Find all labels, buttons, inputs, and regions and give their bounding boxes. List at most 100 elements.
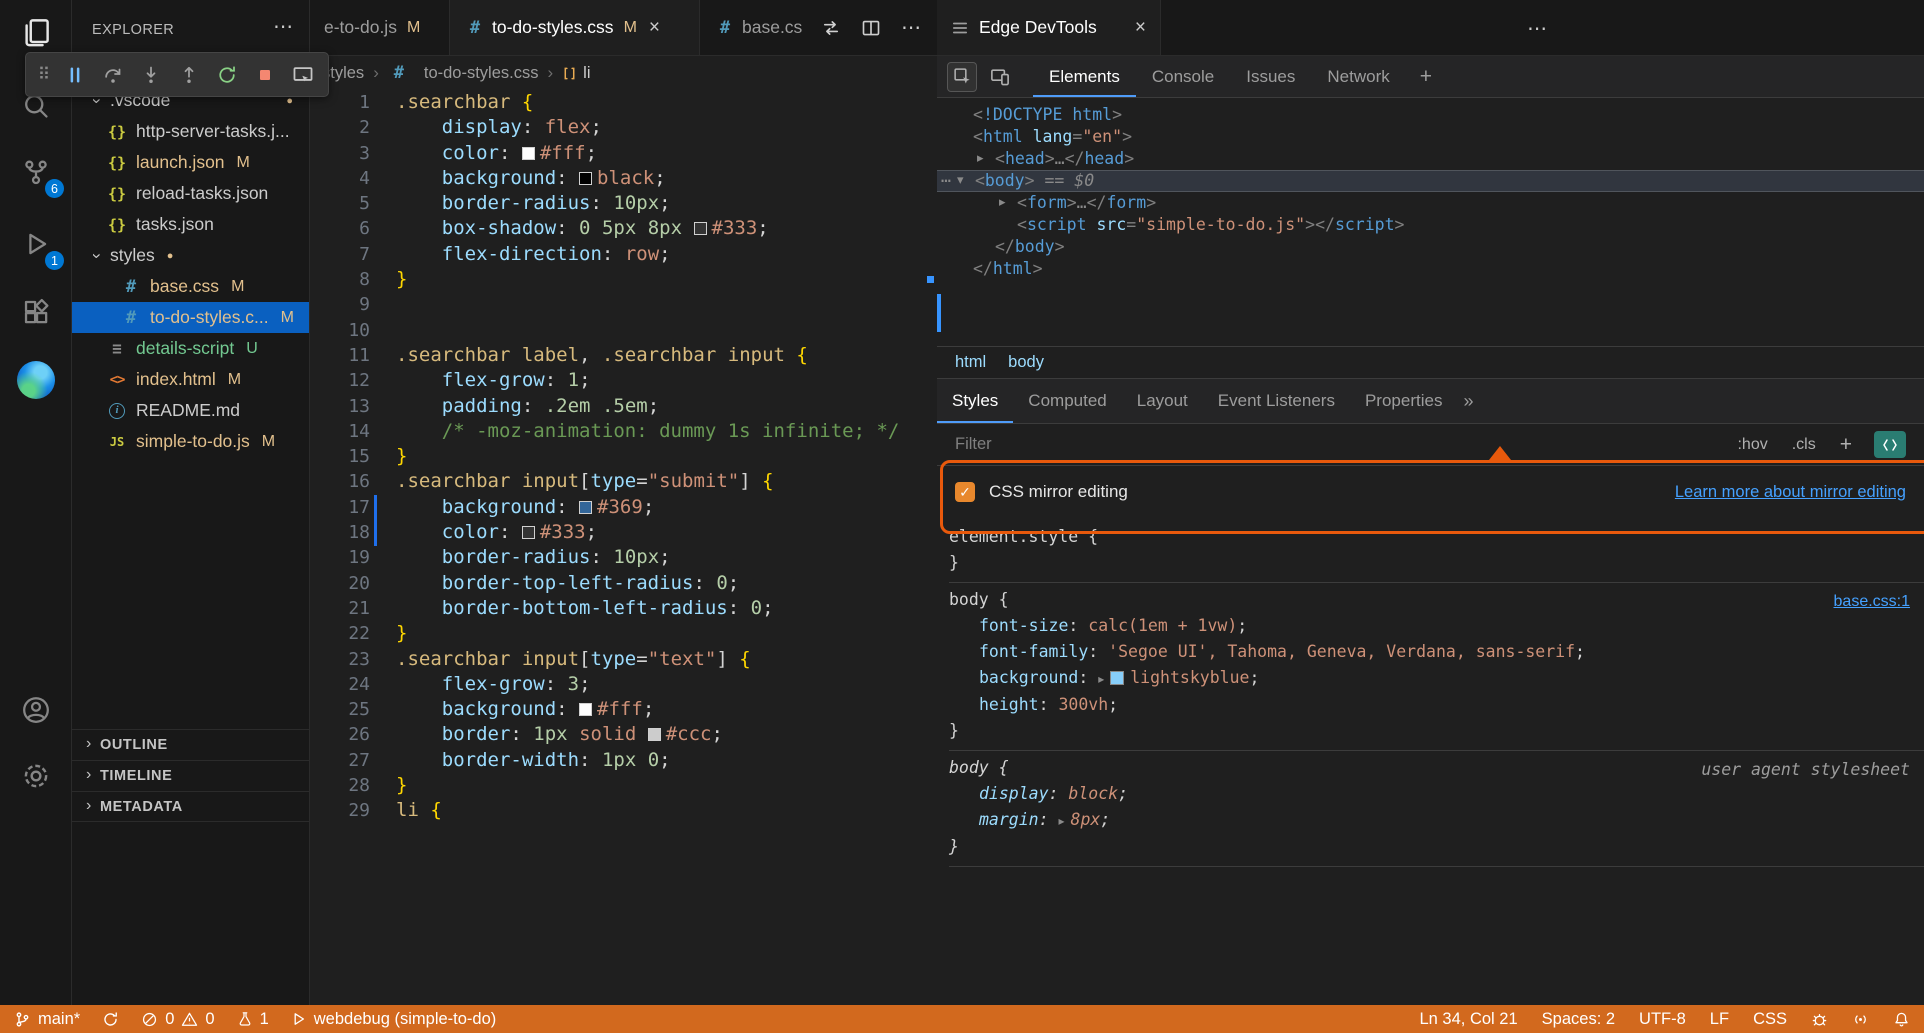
run-debug-icon[interactable]: 1 [0, 220, 72, 270]
learn-more-link[interactable]: Learn more about mirror editing [1675, 483, 1906, 502]
file-row-tasks-json[interactable]: {} tasks.json [72, 209, 309, 240]
edge-devtools-icon[interactable] [0, 356, 72, 404]
code-line-26[interactable]: 26 border: 1px solid #ccc; [310, 722, 937, 747]
code-line-5[interactable]: 5 border-radius: 10px; [310, 191, 937, 216]
color-swatch[interactable] [579, 703, 593, 717]
code-line-2[interactable]: 2 display: flex; [310, 115, 937, 140]
sidebar-more-icon[interactable]: ⋯ [273, 14, 293, 39]
css-property-font-size[interactable]: font-size: calc(1em + 1vw); [949, 613, 1924, 639]
open-changes-icon[interactable] [821, 18, 841, 38]
dom-node-3[interactable]: ⋯ ▾ < body > == $0 [937, 170, 1924, 192]
code-line-11[interactable]: 11 .searchbar label, .searchbar input { [310, 343, 937, 368]
code-line-23[interactable]: 23 .searchbar input[type="text"] { [310, 647, 937, 672]
debug-toolbar[interactable]: ⠿ [25, 52, 329, 97]
file-row-to-do-styles-c-[interactable]: # to-do-styles.c... M [72, 302, 309, 333]
file-row-README-md[interactable]: i README.md [72, 395, 309, 426]
close-icon[interactable]: × [1135, 17, 1146, 39]
twisty-closed-icon[interactable]: ▸ [977, 148, 995, 170]
screencast-button[interactable] [286, 58, 320, 92]
tab-overflow-icon[interactable]: » [1463, 391, 1473, 412]
code-line-16[interactable]: 16 .searchbar input[type="submit"] { [310, 469, 937, 494]
css-property-font-family[interactable]: font-family: 'Segoe UI', Tahoma, Geneva,… [949, 639, 1924, 665]
sidebar-section-metadata[interactable]: › METADATA [72, 791, 309, 822]
extensions-icon[interactable] [0, 288, 72, 336]
new-style-rule-icon[interactable]: + [1840, 433, 1852, 457]
code-line-9[interactable]: 9 [310, 292, 937, 317]
color-swatch[interactable] [521, 146, 535, 160]
code-line-10[interactable]: 10 [310, 318, 937, 343]
code-line-20[interactable]: 20 border-top-left-radius: 0; [310, 571, 937, 596]
twisty-open-icon[interactable]: ▾ [957, 170, 975, 192]
close-icon[interactable]: × [649, 17, 660, 39]
editor-more-icon[interactable]: ⋯ [901, 15, 921, 40]
styles-tab-event-listeners[interactable]: Event Listeners [1203, 379, 1350, 423]
file-row-reload-tasks-json[interactable]: {} reload-tasks.json [72, 178, 309, 209]
code-line-14[interactable]: 14 /* -moz-animation: dummy 1s infinite;… [310, 419, 937, 444]
css-property-display[interactable]: display: block; [949, 781, 1924, 807]
twisty-closed-icon[interactable]: ▸ [999, 192, 1017, 214]
stop-button[interactable] [248, 58, 282, 92]
code-line-4[interactable]: 4 background: black; [310, 166, 937, 191]
pause-button[interactable] [58, 58, 92, 92]
styles-tab-computed[interactable]: Computed [1013, 379, 1121, 423]
style-rule-0[interactable]: element.style {} [949, 520, 1924, 583]
code-line-6[interactable]: 6 box-shadow: 0 5px 8px #333; [310, 216, 937, 241]
add-tab-icon[interactable]: + [1406, 65, 1446, 89]
toggle-class-button[interactable]: .cls [1792, 436, 1816, 454]
eol-sequence[interactable]: LF [1710, 1010, 1729, 1029]
restart-button[interactable] [210, 58, 244, 92]
branch-indicator[interactable]: main* [14, 1010, 80, 1029]
language-mode[interactable]: CSS [1753, 1010, 1787, 1029]
code-line-28[interactable]: 28} [310, 773, 937, 798]
toggle-hover-state-button[interactable]: :hov [1737, 436, 1767, 454]
css-mirror-toggle-icon[interactable] [1874, 431, 1906, 458]
breadcrumb-file[interactable]: # to-do-styles.css [388, 63, 539, 83]
account-icon[interactable] [0, 686, 72, 734]
debug-session-indicator[interactable]: webdebug (simple-to-do) [291, 1010, 496, 1029]
tab-to-do-styles-css[interactable]: # to-do-styles.css M × [450, 0, 700, 55]
broadcast-icon[interactable] [1852, 1011, 1869, 1028]
file-row-launch-json[interactable]: {} launch.json M [72, 147, 309, 178]
code-line-3[interactable]: 3 color: #fff; [310, 141, 937, 166]
styles-tab-layout[interactable]: Layout [1122, 379, 1203, 423]
code-line-15[interactable]: 15} [310, 444, 937, 469]
code-line-8[interactable]: 8} [310, 267, 937, 292]
code-line-12[interactable]: 12 flex-grow: 1; [310, 368, 937, 393]
dom-node-4[interactable]: ▸ < form >… </form > [937, 192, 1924, 214]
code-line-29[interactable]: 29 li { [310, 798, 937, 823]
devtools-tab-elements[interactable]: Elements [1033, 56, 1136, 97]
devtools-tab-issues[interactable]: Issues [1230, 56, 1311, 97]
drag-handle-icon[interactable]: ⠿ [34, 65, 54, 85]
styles-tab-styles[interactable]: Styles [937, 379, 1013, 423]
step-out-button[interactable] [172, 58, 206, 92]
code-line-1[interactable]: 1 .searchbar { [310, 90, 937, 115]
file-row-base-css[interactable]: # base.css M [72, 271, 309, 302]
file-row-simple-to-do-js[interactable]: JS simple-to-do.js M [72, 426, 309, 457]
color-swatch[interactable] [693, 222, 707, 236]
indentation[interactable]: Spaces: 2 [1542, 1010, 1615, 1029]
code-editor[interactable]: 1 .searchbar {2 display: flex; 3 color: #f… [310, 90, 937, 1005]
dom-node-2[interactable]: ▸ < head >… </head > [937, 148, 1924, 170]
settings-gear-icon[interactable] [0, 752, 72, 800]
sync-indicator[interactable] [102, 1011, 119, 1028]
css-property-background[interactable]: background: ▸ lightskyblue; [949, 665, 1924, 692]
code-line-13[interactable]: 13 padding: .2em .5em; [310, 394, 937, 419]
crumb-body[interactable]: body [1008, 353, 1044, 372]
code-line-19[interactable]: 19 border-radius: 10px; [310, 545, 937, 570]
expand-icon[interactable]: ▸ [1098, 672, 1104, 686]
beaker-indicator[interactable]: 1 [237, 1010, 269, 1029]
style-rule-2[interactable]: body {user agent stylesheet display: bloc… [949, 751, 1924, 867]
bell-icon[interactable] [1893, 1011, 1910, 1028]
code-line-22[interactable]: 22} [310, 621, 937, 646]
inspect-element-icon[interactable] [947, 61, 977, 92]
tab-e-to-do-js[interactable]: e-to-do.js M [310, 0, 450, 55]
dom-node-0[interactable]: < !DOCTYPE html > [937, 104, 1924, 126]
dom-node-1[interactable]: < html lang = "en" > [937, 126, 1924, 148]
devtools-tab[interactable]: Edge DevTools × [937, 0, 1161, 55]
code-line-21[interactable]: 21 border-bottom-left-radius: 0; [310, 596, 937, 621]
crumb-html[interactable]: html [955, 353, 986, 372]
color-swatch[interactable] [579, 500, 593, 514]
step-over-button[interactable] [96, 58, 130, 92]
code-line-18[interactable]: 18 color: #333; [310, 520, 937, 545]
step-into-button[interactable] [134, 58, 168, 92]
